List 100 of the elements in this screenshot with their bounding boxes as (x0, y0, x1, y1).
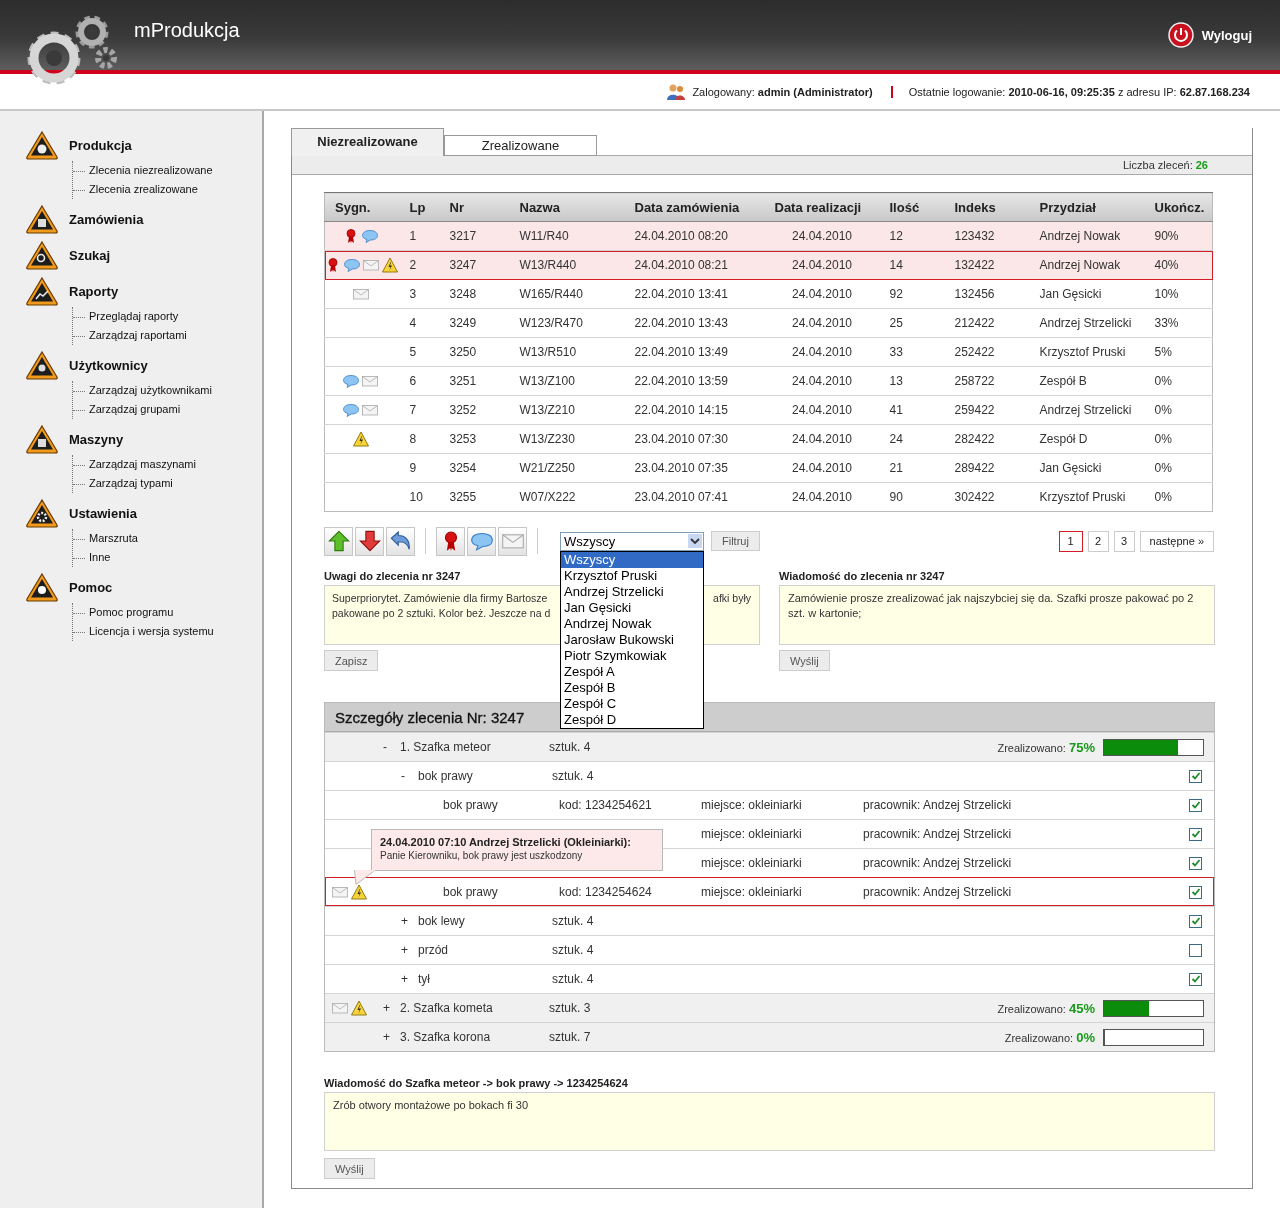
page-button[interactable]: 2 (1087, 530, 1109, 552)
notes-title: Uwagi do zlecenia nr 3247 (324, 569, 461, 584)
table-cell: 3250 (439, 337, 510, 367)
menu-item[interactable]: Zarządzaj użytkownikami (73, 381, 262, 400)
menu-item[interactable]: Zarządzaj maszynami (73, 455, 262, 474)
column-header[interactable]: Sygn. (324, 192, 400, 222)
table-cell: 24.04.2010 (764, 337, 880, 367)
dropdown-option[interactable]: Jan Gęsicki (561, 599, 703, 616)
dropdown-option[interactable]: Andrzej Nowak (561, 615, 703, 632)
table-cell: 41 (879, 395, 945, 425)
column-header[interactable]: Ukończ. (1144, 192, 1213, 222)
collapse-toggle[interactable]: - (401, 769, 418, 783)
column-header[interactable]: Nr (439, 192, 510, 222)
menu-item[interactable]: Inne (73, 548, 262, 567)
tab[interactable]: Zrealizowane (444, 135, 597, 156)
dropdown-option[interactable]: Zespół B (561, 679, 703, 696)
quantity: sztuk. 7 (549, 1030, 591, 1044)
table-cell: 10 (399, 482, 440, 512)
page-button[interactable]: 1 (1058, 530, 1083, 552)
item-message-field[interactable]: Zrób otwory montażowe po bokach fi 30 (324, 1092, 1215, 1151)
checkbox[interactable] (1189, 798, 1202, 812)
checkbox[interactable] (1189, 885, 1202, 899)
dropdown-option[interactable]: Andrzej Strzelicki (561, 583, 703, 600)
column-header[interactable]: Nazwa (509, 192, 625, 222)
send-button[interactable]: Wyślij (779, 650, 830, 671)
table-cell: 7 (399, 395, 440, 425)
menu-section[interactable]: Raporty (69, 283, 119, 299)
menu-section[interactable]: Pomoc (69, 579, 113, 595)
filter-button[interactable]: Filtruj (711, 531, 760, 551)
checkbox[interactable] (1189, 769, 1202, 783)
menu-item[interactable]: Zarządzaj raportami (73, 326, 262, 345)
send-button[interactable]: Wyślij (324, 1158, 375, 1179)
checkbox[interactable] (1189, 943, 1202, 957)
table-cell: 3254 (439, 453, 510, 483)
collapse-toggle[interactable]: + (383, 1001, 400, 1015)
menu-item[interactable]: Zlecenia niezrealizowane (73, 161, 262, 180)
quantity: sztuk. 4 (552, 972, 594, 986)
column-header[interactable]: Data zamówienia (624, 192, 765, 222)
dropdown-option[interactable]: Krzysztof Pruski (561, 567, 703, 584)
menu-section[interactable]: Maszyny (69, 431, 124, 447)
checkbox[interactable] (1189, 972, 1202, 986)
checkbox[interactable] (1189, 914, 1202, 928)
workplace: miejsce: okleiniarki (701, 856, 803, 870)
table-cell: W13/Z100 (509, 366, 625, 396)
menu-item[interactable]: Zarządzaj typami (73, 474, 262, 493)
table-cell: 3248 (439, 279, 510, 309)
collapse-toggle[interactable]: + (401, 972, 418, 986)
table-cell: 92 (879, 279, 945, 309)
menu-section[interactable]: Produkcja (69, 137, 132, 153)
page-button[interactable]: 3 (1113, 530, 1135, 552)
menu-section[interactable]: Szukaj (69, 247, 111, 263)
save-button[interactable]: Zapisz (324, 650, 379, 671)
column-header[interactable]: Ilość (879, 192, 945, 222)
menu-item[interactable]: Zlecenia zrealizowane (73, 180, 262, 199)
worker: pracownik: Andzej Strzelicki (863, 798, 1012, 812)
collapse-toggle[interactable]: + (401, 943, 418, 957)
dropdown-option[interactable]: Jarosław Bukowski (561, 631, 703, 648)
table-cell: 24.04.2010 (764, 279, 880, 309)
logout-link[interactable]: Wyloguj (1167, 22, 1252, 48)
menu-section[interactable]: Użytkownicy (69, 357, 148, 373)
menu-item[interactable]: Pomoc programu (73, 603, 262, 622)
collapse-toggle[interactable]: + (401, 914, 418, 928)
table-cell: 123432 (944, 221, 1030, 251)
part-name: przód (418, 943, 450, 957)
table-cell: 23.04.2010 07:41 (624, 482, 765, 512)
column-header[interactable]: Przydział (1029, 192, 1145, 222)
dropdown-option[interactable]: Piotr Szymkowiak (561, 647, 703, 664)
menu-item[interactable]: Przeglądaj raporty (73, 307, 262, 326)
table-cell: 23.04.2010 07:30 (624, 424, 765, 454)
table-cell: W13/Z210 (509, 395, 625, 425)
table-cell: 212422 (944, 308, 1030, 338)
dropdown-option[interactable]: Zespół C (561, 695, 703, 712)
item-message-title: Wiadomość do Szafka meteor -> bok prawy -> 1234254624 (324, 1076, 628, 1091)
column-header[interactable]: Data realizacji (764, 192, 880, 222)
checkbox[interactable] (1189, 856, 1202, 870)
checkbox[interactable] (1189, 827, 1202, 841)
dropdown-option[interactable]: Zespół A (561, 663, 703, 680)
menu-item[interactable]: Licencja i wersja systemu (73, 622, 262, 641)
progress-label: Zrealizowano: 45% (997, 1000, 1095, 1016)
table-cell: 2 (399, 250, 440, 280)
collapse-toggle[interactable]: + (383, 1030, 400, 1044)
table-cell: 24.04.2010 (764, 366, 880, 396)
table-cell: 24.04.2010 (764, 308, 880, 338)
column-header[interactable]: Indeks (944, 192, 1030, 222)
tab[interactable]: Niezrealizowane (291, 128, 444, 156)
menu-section[interactable]: Zamówienia (69, 211, 144, 227)
message-field[interactable]: Zamówienie prosze zrealizować jak najszybciej się da. Szafki prosze pakować po 2 szt. w kartonie; (779, 585, 1215, 645)
menu-item[interactable]: Zarządzaj grupami (73, 400, 262, 419)
table-cell: 14 (879, 250, 945, 280)
menu-section[interactable]: Ustawienia (69, 505, 137, 521)
dropdown-option[interactable]: Wszyscy (561, 551, 703, 568)
table-cell: W13/R440 (509, 250, 625, 280)
product-name: 2. Szafka kometa (400, 1001, 494, 1015)
column-header[interactable]: Lp (399, 192, 440, 222)
next-page-button[interactable]: następne » (1139, 530, 1214, 552)
menu-item[interactable]: Marszruta (73, 529, 262, 548)
collapse-toggle[interactable]: - (383, 740, 400, 754)
order-count: Liczba zleceń: 26 (1123, 159, 1208, 171)
dropdown-option[interactable]: Zespół D (561, 711, 703, 728)
table-cell: 90% (1144, 221, 1213, 251)
